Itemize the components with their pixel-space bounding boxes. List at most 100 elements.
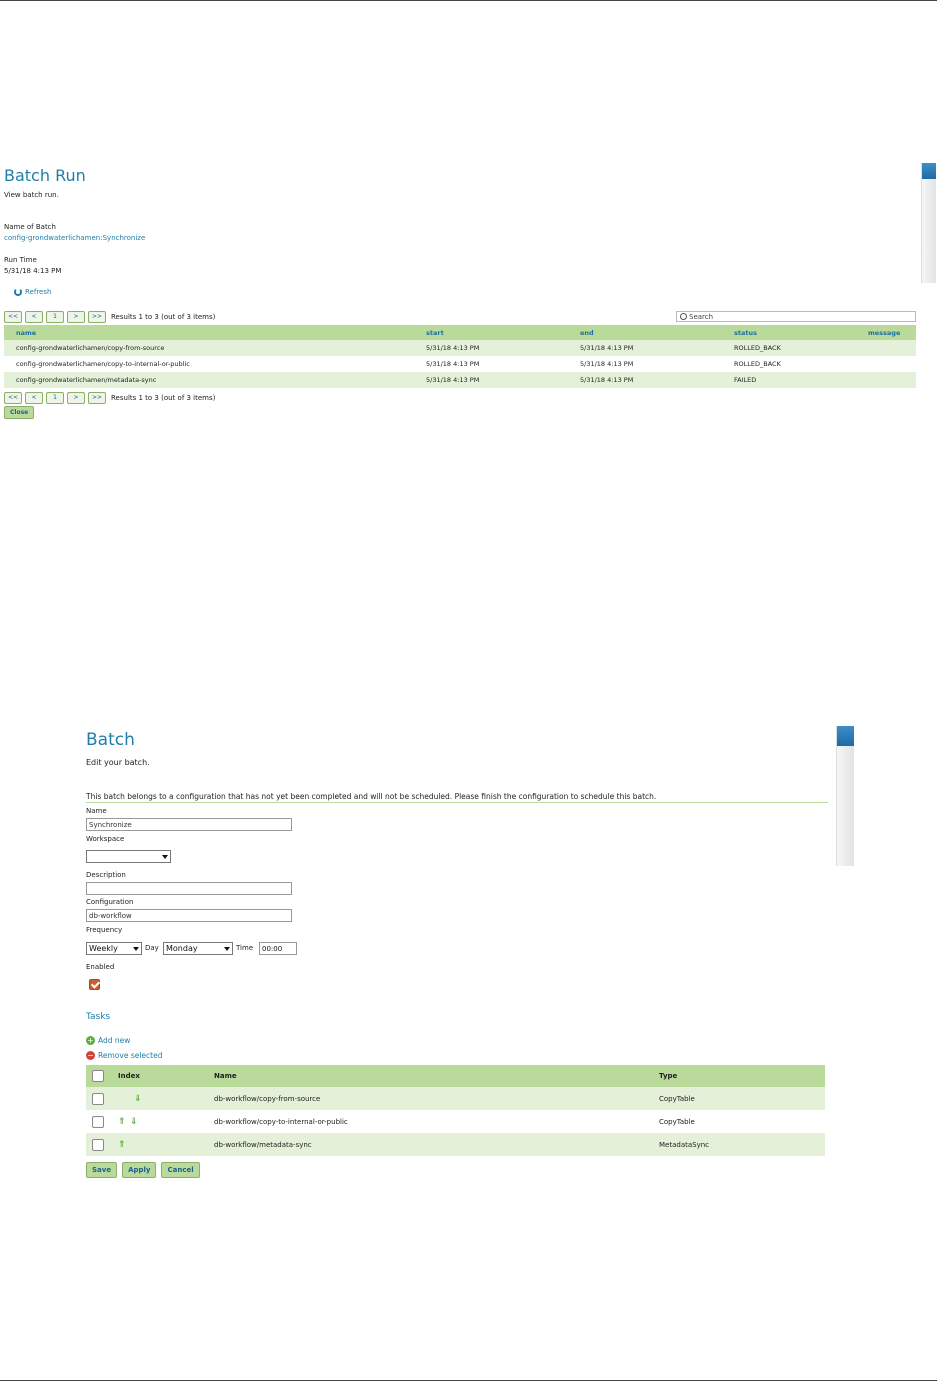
column-header-index[interactable]: Index xyxy=(110,1065,214,1087)
table-row[interactable]: ⇑ db-workflow/metadata-sync MetadataSync xyxy=(86,1133,825,1156)
workspace-label: Workspace xyxy=(86,835,125,843)
column-header-start[interactable]: start xyxy=(414,325,568,340)
table-row[interactable]: config-grondwaterlichamen/copy-from-sour… xyxy=(4,340,916,356)
refresh-icon xyxy=(14,288,22,296)
column-header-message[interactable]: message xyxy=(856,325,916,340)
configuration-field[interactable]: db-workflow xyxy=(86,909,292,922)
refresh-label: Refresh xyxy=(25,288,52,296)
remove-selected-button[interactable]: − Remove selected xyxy=(86,1051,162,1060)
batch-name-link[interactable]: config-grondwaterlichamen:Synchronize xyxy=(4,234,145,242)
page-title: Batch Run xyxy=(4,166,86,185)
column-header-type[interactable]: Type xyxy=(659,1065,825,1087)
pager-page-button[interactable]: 1 xyxy=(46,392,64,404)
column-header-name[interactable]: name xyxy=(4,325,414,340)
close-button[interactable]: Close xyxy=(4,406,35,419)
save-button[interactable]: Save xyxy=(86,1162,118,1178)
frequency-label: Frequency xyxy=(86,926,123,934)
column-header-name[interactable]: Name xyxy=(214,1065,659,1087)
pager-next-button[interactable]: > xyxy=(67,392,85,404)
row-select-cell xyxy=(86,1110,110,1133)
table-row[interactable]: ⇓ db-workflow/copy-from-source CopyTable xyxy=(86,1087,825,1110)
page-title: Batch xyxy=(86,730,135,750)
index-cell: ⇓ xyxy=(110,1087,214,1110)
pager-bottom: << < 1 > >> Results 1 to 3 (out of 3 ite… xyxy=(4,392,215,404)
column-header-status[interactable]: status xyxy=(722,325,856,340)
move-up-icon[interactable]: ⇑ xyxy=(118,1117,126,1127)
run-time-value: 5/31/18 4:13 PM xyxy=(4,267,62,275)
scrollbar-thumb[interactable] xyxy=(922,163,936,179)
name-label: Name xyxy=(86,807,107,815)
time-value: 00:00 xyxy=(262,945,283,953)
column-header-end[interactable]: end xyxy=(568,325,722,340)
cell-name: db-workflow/copy-from-source xyxy=(214,1087,659,1110)
day-value: Monday xyxy=(166,944,198,953)
chevron-down-icon xyxy=(162,855,168,859)
index-cell: ⇑ xyxy=(110,1133,214,1156)
pager-first-button[interactable]: << xyxy=(4,392,22,404)
move-down-icon[interactable]: ⇓ xyxy=(134,1094,142,1104)
table-row[interactable]: ⇑ ⇓ db-workflow/copy-to-internal-or-publ… xyxy=(86,1110,825,1133)
name-field[interactable]: Synchronize xyxy=(86,818,292,831)
row-checkbox[interactable] xyxy=(92,1115,104,1128)
cell-status: ROLLED_BACK xyxy=(722,340,856,356)
refresh-button[interactable]: Refresh xyxy=(14,288,51,296)
row-checkbox[interactable] xyxy=(92,1092,104,1105)
index-cell: ⇑ ⇓ xyxy=(110,1110,214,1133)
enabled-checkbox[interactable] xyxy=(89,979,100,990)
table-header: Index Name Type xyxy=(86,1065,825,1087)
workspace-select[interactable] xyxy=(86,850,171,863)
row-checkbox[interactable] xyxy=(92,1138,104,1151)
cell-end: 5/31/18 4:13 PM xyxy=(568,372,722,388)
row-select-cell xyxy=(86,1133,110,1156)
pager-page-button[interactable]: 1 xyxy=(46,311,64,323)
pager-top: << < 1 > >> Results 1 to 3 (out of 3 ite… xyxy=(4,311,215,323)
incomplete-config-notice: This batch belongs to a configuration th… xyxy=(86,792,828,803)
search-icon xyxy=(680,313,687,320)
table-header: name start end status message xyxy=(4,325,916,340)
day-label: Day xyxy=(145,944,159,952)
pager-results: Results 1 to 3 (out of 3 items) xyxy=(111,394,216,402)
select-all-checkbox[interactable] xyxy=(92,1070,104,1082)
cancel-button[interactable]: Cancel xyxy=(161,1162,200,1178)
move-down-icon[interactable]: ⇓ xyxy=(130,1117,138,1127)
select-all-cell xyxy=(86,1065,110,1087)
cell-type: MetadataSync xyxy=(659,1133,825,1156)
pager-last-button[interactable]: >> xyxy=(88,311,106,323)
page-subtitle: View batch run. xyxy=(4,191,59,199)
scrollbar-thumb[interactable] xyxy=(837,726,854,746)
cell-end: 5/31/18 4:13 PM xyxy=(568,340,722,356)
cell-status: FAILED xyxy=(722,372,856,388)
pager-next-button[interactable]: > xyxy=(67,311,85,323)
remove-icon: − xyxy=(86,1051,95,1060)
table-row[interactable]: config-grondwaterlichamen/copy-to-intern… xyxy=(4,356,916,372)
row-select-cell xyxy=(86,1087,110,1110)
chevron-down-icon xyxy=(133,947,139,951)
cell-end: 5/31/18 4:13 PM xyxy=(580,360,634,368)
scrollbar[interactable] xyxy=(836,726,854,866)
search-placeholder: Search xyxy=(689,312,714,321)
table-row[interactable]: config-grondwaterlichamen/metadata-sync … xyxy=(4,372,916,388)
frequency-select[interactable]: Weekly xyxy=(86,942,142,955)
cell-message xyxy=(856,340,916,356)
scrollbar[interactable] xyxy=(921,163,936,283)
pager-prev-button[interactable]: < xyxy=(25,392,43,404)
pager-first-button[interactable]: << xyxy=(4,311,22,323)
time-field[interactable]: 00:00 xyxy=(259,942,297,955)
pager-last-button[interactable]: >> xyxy=(88,392,106,404)
batch-edit-screenshot: Batch Edit your batch. This batch belong… xyxy=(80,720,860,1190)
add-new-button[interactable]: + Add new xyxy=(86,1036,130,1045)
tasks-table: Index Name Type ⇓ db-workflow/copy-from-… xyxy=(86,1065,825,1156)
cell-status: ROLLED_BACK xyxy=(734,360,781,368)
cell-type: CopyTable xyxy=(659,1117,695,1126)
tasks-heading: Tasks xyxy=(86,1012,111,1022)
move-up-icon[interactable]: ⇑ xyxy=(118,1140,126,1150)
description-field[interactable] xyxy=(86,882,292,895)
cell-name: db-workflow/copy-to-internal-or-public xyxy=(214,1117,348,1126)
day-select[interactable]: Monday xyxy=(163,942,233,955)
page-top-rule xyxy=(0,0,937,1)
search-input[interactable]: Search xyxy=(676,311,916,322)
pager-prev-button[interactable]: < xyxy=(25,311,43,323)
cell-start: 5/31/18 4:13 PM xyxy=(426,360,480,368)
cell-start: 5/31/18 4:13 PM xyxy=(414,340,568,356)
apply-button[interactable]: Apply xyxy=(122,1162,157,1178)
